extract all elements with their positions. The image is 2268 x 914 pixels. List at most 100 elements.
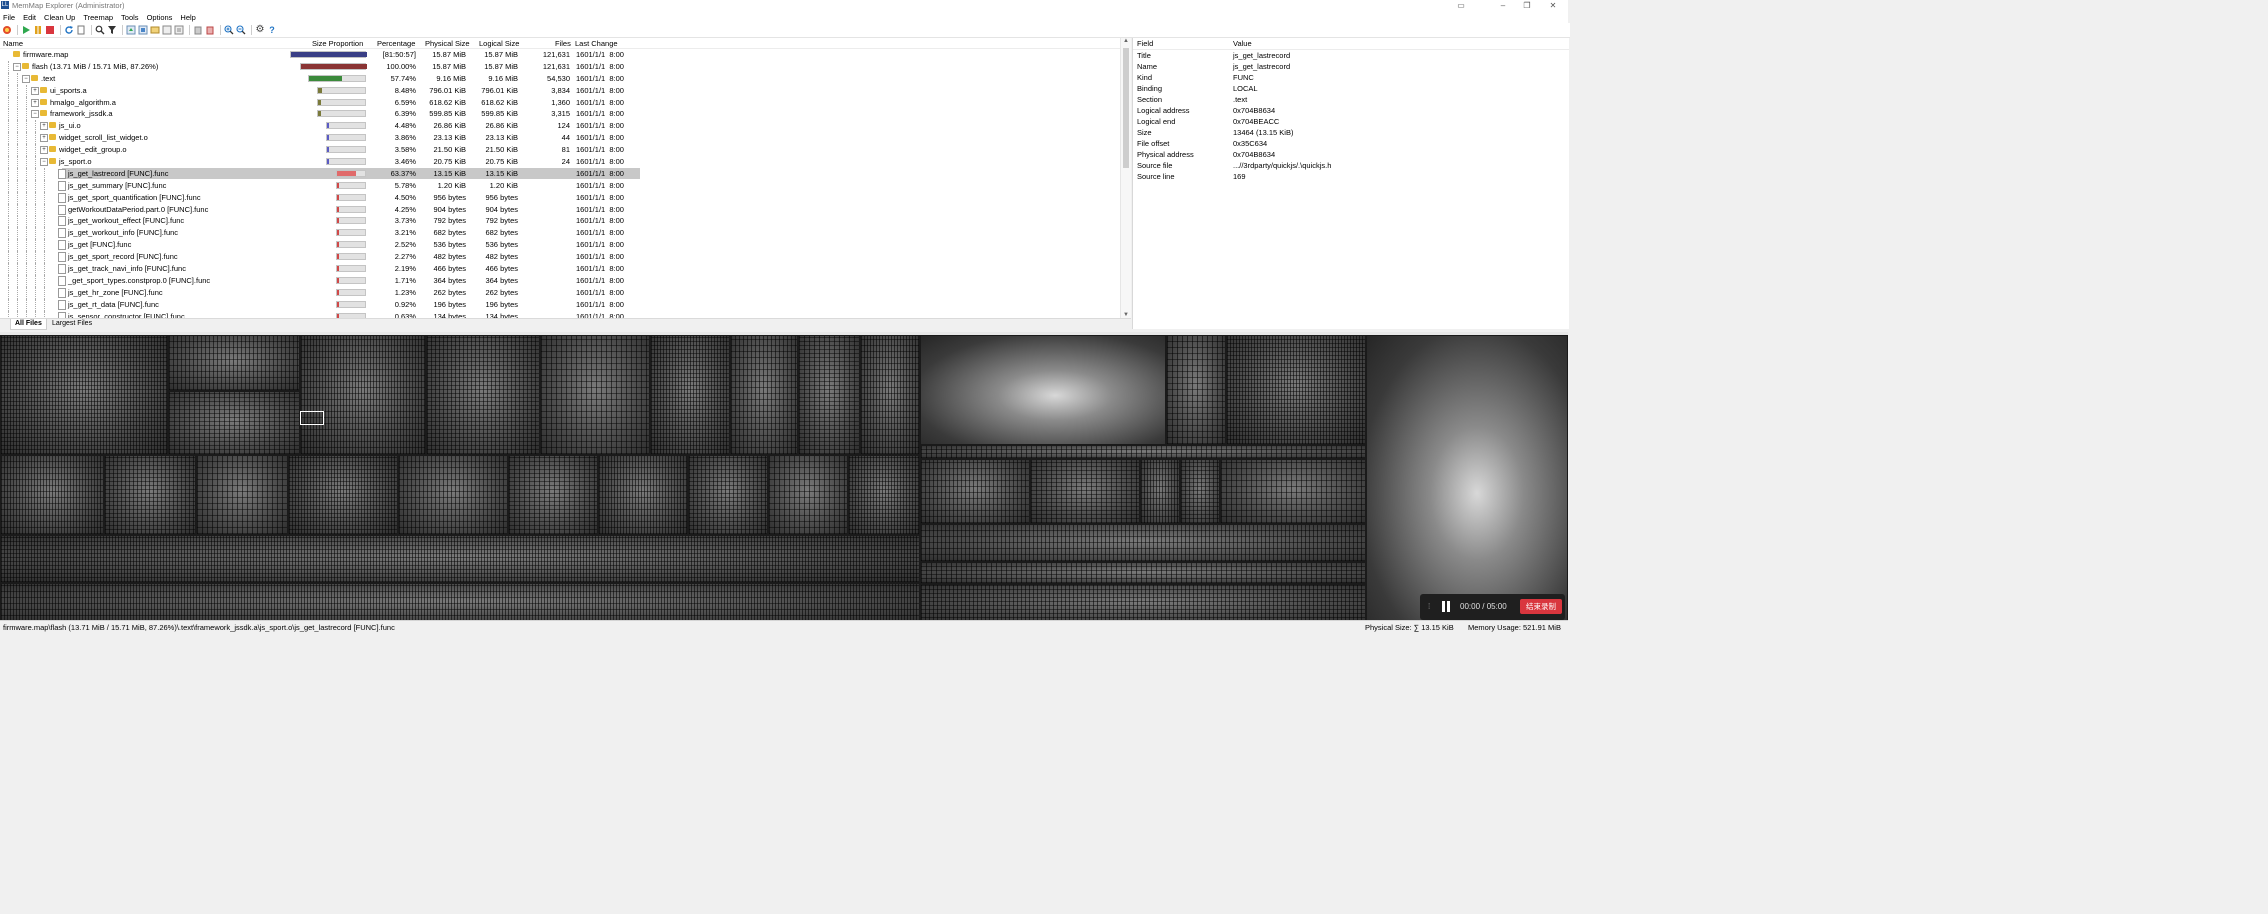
property-row[interactable]: Name js_get_lastrecord (1133, 61, 1569, 72)
play-icon[interactable] (21, 25, 31, 35)
go-up-icon[interactable] (126, 25, 136, 35)
tree-row-file[interactable]: js_get_rt_data [FUNC].func 0.92% 196 bytes… (0, 298, 1120, 311)
expand-icon[interactable]: + (31, 98, 39, 107)
column-value[interactable]: Value (1233, 39, 1252, 49)
treemap-block[interactable] (1140, 459, 1180, 524)
tree-row-file[interactable]: js_get_sport_record [FUNC].func 2.27% 482 … (0, 251, 1120, 264)
treemap-block[interactable] (0, 583, 920, 623)
treemap-block[interactable] (920, 524, 1366, 562)
treemap-block[interactable] (1220, 459, 1366, 524)
collapse-icon[interactable]: − (22, 74, 30, 83)
close-icon[interactable]: ✕ (1542, 0, 1564, 11)
tree-scrollbar[interactable]: ▲ ▼ (1120, 38, 1131, 318)
tab-largest-files[interactable]: Largest Files (48, 319, 96, 329)
properties-icon[interactable] (174, 25, 184, 35)
treemap-block[interactable] (426, 335, 540, 455)
menu-options[interactable]: Options (143, 12, 177, 23)
treemap-block[interactable] (0, 455, 104, 535)
property-row[interactable]: Source file ...//3rdparty/quickjs/.\quick… (1133, 160, 1569, 171)
treemap-block[interactable] (508, 455, 598, 535)
tree-row-folder[interactable]: + ui_sports.a 8.48% 796.01 KiB 796.01 KiB 3,8… (0, 84, 1120, 97)
menu-treemap[interactable]: Treemap (79, 12, 117, 23)
treemap-block[interactable] (300, 335, 426, 455)
drag-handle-icon[interactable]: ⁞ (1428, 602, 1430, 611)
treemap-block[interactable] (1180, 459, 1220, 524)
help-icon[interactable]: ? (267, 25, 277, 35)
tree-row-folder[interactable]: + js_ui.o 4.48% 26.86 KiB 26.86 KiB 124 1601/1… (0, 120, 1120, 133)
treemap-view[interactable]: ⁞ 00:00 / 05:00 结束录制 (0, 332, 1568, 623)
stop-recording-button[interactable]: 结束录制 (1520, 599, 1562, 614)
tree-row-file[interactable]: js_get_workout_effect [FUNC].func 3.73% 79… (0, 215, 1120, 228)
menu-edit[interactable]: Edit (19, 12, 40, 23)
column-percentage[interactable]: Percentage (377, 39, 415, 48)
property-row[interactable]: Binding LOCAL (1133, 83, 1569, 94)
treemap-block[interactable] (1030, 459, 1140, 524)
treemap-block[interactable] (860, 335, 920, 455)
settings-icon[interactable]: ⚙ (255, 25, 265, 35)
open-file-icon[interactable] (76, 25, 86, 35)
tree-row-folder[interactable]: + widget_scroll_list_widget.o 3.86% 23.13 K… (0, 132, 1120, 145)
treemap-block[interactable] (920, 335, 1166, 445)
tree-row-file[interactable]: js_get_sport_quantification [FUNC].func 4… (0, 191, 1120, 204)
column-last-change[interactable]: Last Change (575, 39, 618, 48)
property-row[interactable]: Logical address 0x704B8634 (1133, 105, 1569, 116)
treemap-block[interactable] (288, 455, 398, 535)
property-row[interactable]: Title js_get_lastrecord (1133, 50, 1569, 61)
expand-icon[interactable]: + (40, 122, 48, 131)
treemap-block[interactable] (168, 335, 300, 391)
column-size-proportion[interactable]: Size Proportion (312, 39, 363, 48)
menu-help[interactable]: Help (176, 12, 199, 23)
treemap-block[interactable] (848, 455, 920, 535)
property-row[interactable]: Kind FUNC (1133, 72, 1569, 83)
cmd-icon[interactable] (162, 25, 172, 35)
tree-row-folder[interactable]: − .text 57.74% 9.16 MiB 9.16 MiB 54,530 1601/1… (0, 72, 1120, 85)
search-icon[interactable] (95, 25, 105, 35)
tree-row-folder[interactable]: firmware.map [81:50:57] 15.87 MiB 15.87 MiB… (0, 49, 1120, 61)
explorer-icon[interactable] (150, 25, 160, 35)
property-row[interactable]: Logical end 0x704BEACC (1133, 116, 1569, 127)
treemap-block[interactable] (798, 335, 860, 455)
pause-icon[interactable] (33, 25, 43, 35)
column-logical-size[interactable]: Logical Size (479, 39, 519, 48)
tree-row-file[interactable]: _get_sport_types.constprop.0 [FUNC].func… (0, 274, 1120, 287)
treemap-block[interactable] (540, 335, 650, 455)
minimize-icon[interactable]: – (1492, 0, 1514, 11)
column-physical-size[interactable]: Physical Size (425, 39, 470, 48)
tree-row-folder[interactable]: + widget_edit_group.o 3.58% 21.50 KiB 21.50 … (0, 144, 1120, 157)
treemap-block[interactable] (920, 562, 1366, 584)
treemap-block[interactable] (398, 455, 508, 535)
scroll-thumb[interactable] (1123, 48, 1129, 168)
treemap-block[interactable] (920, 584, 1366, 623)
collapse-icon[interactable]: − (40, 158, 48, 167)
property-row[interactable]: Source line 169 (1133, 171, 1569, 182)
menu-tools[interactable]: Tools (117, 12, 143, 23)
property-row[interactable]: Physical address 0x704B8634 (1133, 149, 1569, 160)
treemap-block[interactable] (598, 455, 688, 535)
treemap-block[interactable] (768, 455, 848, 535)
column-field[interactable]: Field (1137, 39, 1153, 49)
treemap-block[interactable] (730, 335, 798, 455)
tree-row-folder[interactable]: + hmalgo_algorithm.a 6.59% 618.62 KiB 618.62… (0, 96, 1120, 109)
expand-icon[interactable]: + (40, 146, 48, 155)
property-row[interactable]: Size 13464 (13.15 KiB) (1133, 127, 1569, 138)
refresh-icon[interactable] (64, 25, 74, 35)
tree-row-file[interactable]: js_get [FUNC].func 2.52% 536 bytes 536 byte… (0, 239, 1120, 252)
treemap-block[interactable] (104, 455, 196, 535)
tree-row-file[interactable]: js_sensor_constructor [FUNC].func 0.63% 13… (0, 310, 1120, 318)
tree-row-file[interactable]: getWorkoutDataPeriod.part.0 [FUNC].func 4… (0, 203, 1120, 216)
treemap-block[interactable] (168, 391, 300, 455)
tree-row-folder[interactable]: − framework_jssdk.a 6.39% 599.85 KiB 599.85 … (0, 108, 1120, 121)
window-extra-icon[interactable]: ▭ (1450, 0, 1472, 11)
copy-path-icon[interactable] (138, 25, 148, 35)
expand-icon[interactable]: + (40, 134, 48, 143)
tree-row-file[interactable]: js_get_workout_info [FUNC].func 3.21% 682 … (0, 227, 1120, 240)
treemap-block[interactable] (196, 455, 288, 535)
zoom-out-icon[interactable] (236, 25, 246, 35)
treemap-block[interactable] (1166, 335, 1226, 445)
treemap-block[interactable] (920, 445, 1366, 459)
treemap-block[interactable] (688, 455, 768, 535)
treemap-block[interactable] (0, 535, 920, 583)
column-name[interactable]: Name (3, 39, 23, 48)
column-files[interactable]: Files (555, 39, 571, 48)
treemap-block[interactable] (650, 335, 730, 455)
